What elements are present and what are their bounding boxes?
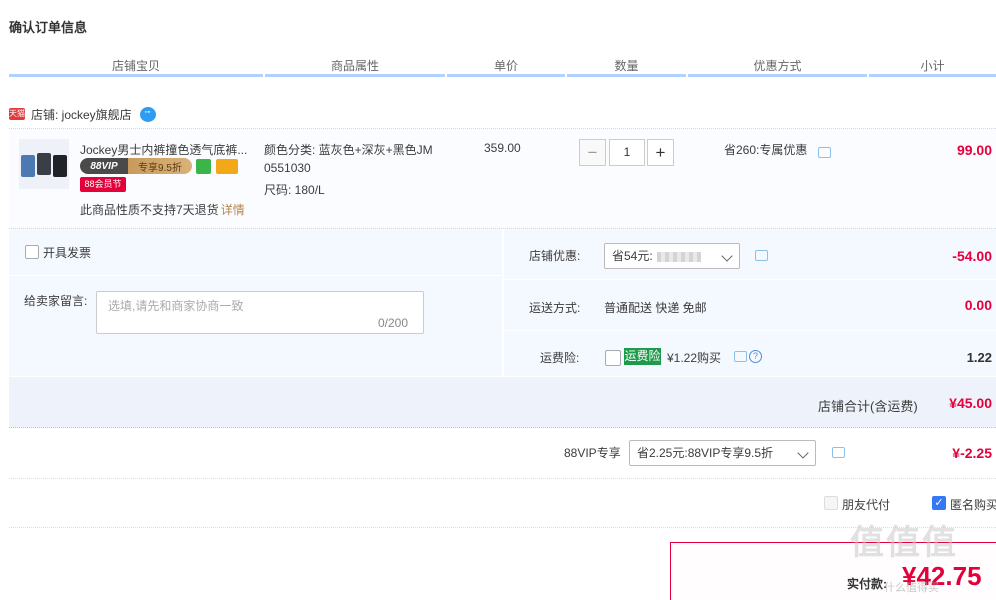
item-subtotal: 99.00 bbox=[956, 142, 992, 158]
anonymous-label: 匿名购买 bbox=[950, 498, 996, 512]
column-header-discount: 优惠方式 bbox=[753, 59, 802, 73]
friend-pay-label: 朋友代付 bbox=[842, 498, 891, 512]
brief-image bbox=[53, 155, 67, 177]
chevron-down-icon bbox=[797, 447, 809, 459]
remark-placeholder: 选填,请先和商家协商一致 bbox=[108, 299, 244, 313]
column-header-shop-item: 店铺宝贝 bbox=[111, 59, 160, 73]
shop-name[interactable]: 店铺: jockey旗舰店 bbox=[31, 106, 132, 123]
return-policy-text: 此商品性质不支持7天退货 bbox=[80, 203, 219, 217]
shop-discount-value: 省54元: bbox=[612, 249, 653, 263]
insurance-checkbox[interactable] bbox=[605, 350, 621, 366]
vip-label: 88VIP专享 bbox=[564, 446, 621, 460]
shipping-amount: 0.00 bbox=[964, 297, 992, 313]
shop-total-amount: ¥45.00 bbox=[949, 395, 992, 411]
column-header-quantity: 数量 bbox=[614, 59, 639, 73]
insurance-tag: 运费险 bbox=[624, 348, 661, 365]
vip-discount-value: 省2.25元:88VIP专享9.5折 bbox=[637, 446, 774, 460]
column-header-subtotal: 小计 bbox=[920, 59, 945, 73]
brief-image bbox=[21, 155, 35, 177]
column-header-unit-price: 单价 bbox=[493, 59, 518, 73]
service-icon bbox=[196, 159, 211, 174]
blurred-text bbox=[656, 251, 701, 262]
watermark-text: 什么值得买 bbox=[884, 582, 939, 594]
help-icon[interactable]: ? bbox=[749, 350, 762, 363]
unit-price: 359.00 bbox=[484, 141, 521, 155]
page-title: 确认订单信息 bbox=[9, 20, 88, 35]
panel-divider bbox=[504, 279, 996, 280]
header-separator bbox=[445, 74, 447, 77]
vip-amount: ¥-2.25 bbox=[952, 445, 992, 461]
attr-size: 尺码: 180/L bbox=[264, 183, 325, 197]
vip-discount-select[interactable]: 省2.25元:88VIP专享9.5折 bbox=[629, 440, 816, 466]
tmall-icon: 天猫 bbox=[9, 108, 25, 120]
shop-discount-select[interactable]: 省54元: bbox=[604, 243, 740, 269]
divider bbox=[9, 478, 996, 480]
friend-pay-checkbox[interactable] bbox=[824, 496, 838, 510]
column-header-attributes: 商品属性 bbox=[330, 59, 379, 73]
message-icon[interactable] bbox=[734, 351, 747, 362]
product-title[interactable]: Jockey男士内裤撞色透气底裤... bbox=[80, 141, 247, 158]
header-separator bbox=[565, 74, 567, 77]
message-icon[interactable] bbox=[818, 147, 831, 158]
vip-badge-right: 专享9.5折 bbox=[138, 162, 182, 174]
quantity-input[interactable]: 1 bbox=[609, 139, 645, 166]
quantity-minus-button[interactable]: − bbox=[579, 139, 606, 166]
vip-discount-badge: 88VIP 专享9.5折 bbox=[80, 158, 192, 174]
brief-image bbox=[37, 153, 51, 175]
product-thumbnail[interactable] bbox=[19, 139, 69, 189]
credit-card-icon bbox=[216, 159, 238, 174]
return-policy-note: 此商品性质不支持7天退货 详情 bbox=[80, 201, 245, 218]
remark-counter: 0/200 bbox=[378, 316, 409, 330]
header-separator bbox=[867, 74, 869, 77]
panel-divider bbox=[504, 330, 996, 331]
festival-badge: 88会员节 bbox=[80, 177, 126, 192]
header-separator bbox=[263, 74, 265, 77]
shop-row: 天猫 店铺: jockey旗舰店 "" bbox=[9, 104, 156, 124]
attr-color: 颜色分类: 蓝灰色+深灰+黑色JM bbox=[264, 143, 433, 157]
invoice-label: 开具发票 bbox=[43, 246, 92, 260]
panel-divider bbox=[9, 275, 502, 276]
insurance-label: 运费险: bbox=[540, 351, 580, 365]
item-promo: 省260:专属优惠 bbox=[724, 143, 808, 157]
anonymous-checkbox[interactable]: ✓ bbox=[932, 496, 946, 510]
remark-label: 给卖家留言: bbox=[24, 294, 88, 308]
chevron-down-icon bbox=[721, 250, 733, 262]
shop-discount-amount: -54.00 bbox=[952, 248, 992, 264]
header-separator bbox=[686, 74, 688, 77]
attr-code: 0551030 bbox=[264, 161, 311, 175]
chat-icon[interactable]: "" bbox=[139, 106, 156, 122]
payment-label: 实付款: bbox=[847, 577, 887, 591]
insurance-amount: 1.22 bbox=[966, 350, 992, 365]
message-icon[interactable] bbox=[755, 250, 768, 261]
message-icon[interactable] bbox=[832, 447, 845, 458]
invoice-checkbox[interactable] bbox=[25, 245, 39, 259]
divider bbox=[9, 527, 996, 529]
shop-discount-label: 店铺优惠: bbox=[529, 249, 581, 263]
vip-badge-left: 88VIP bbox=[90, 160, 118, 172]
shipping-label: 运送方式: bbox=[529, 301, 581, 315]
header-underline bbox=[9, 74, 996, 77]
quantity-plus-button[interactable]: + bbox=[647, 139, 674, 166]
shipping-value: 普通配送 快递 免邮 bbox=[604, 301, 707, 315]
watermark-logo: 值值值 bbox=[850, 524, 958, 562]
return-policy-link[interactable]: 详情 bbox=[221, 203, 245, 217]
insurance-price: ¥1.22购买 bbox=[667, 351, 722, 365]
